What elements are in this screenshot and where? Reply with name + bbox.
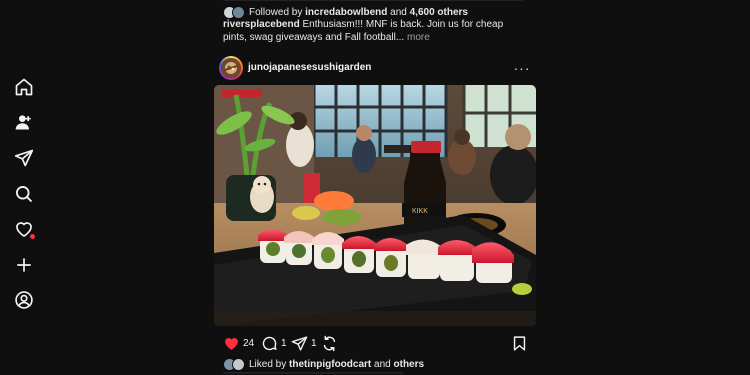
feed: Followed by incredabowlbend and 4,600 ot… [213,0,537,375]
repost-button[interactable] [321,334,338,352]
comment-count: 1 [281,337,287,349]
caption-username[interactable]: riversplacebend [223,19,300,30]
people-button[interactable] [12,110,36,134]
svg-text:KIKK: KIKK [412,208,428,215]
avatar [221,58,241,78]
follower-avatars [223,5,245,19]
liked-by-others[interactable]: others [394,359,425,370]
post-actions: 24 1 1 [223,334,528,352]
notification-dot [30,234,35,239]
story-avatar[interactable] [219,56,243,80]
paper-plane-icon [291,335,308,351]
like-button[interactable]: 24 [223,334,254,352]
sidebar-nav [0,0,48,375]
avatar [232,358,245,371]
divider [223,0,523,1]
more-options-button[interactable]: ··· [511,58,533,78]
repost-icon [323,335,336,351]
messages-button[interactable] [12,146,36,170]
people-icon [15,115,31,130]
more-link[interactable]: more [407,32,430,43]
post-username[interactable]: junojapanesesushigarden [248,62,371,73]
avatar-image [221,58,241,78]
more-icon: ··· [513,60,531,76]
bookmark-icon [513,335,526,351]
post-caption: riversplacebend Enthusiasm!!! MNF is bac… [223,18,523,44]
home-button[interactable] [12,75,36,99]
comment-icon [262,336,277,350]
post-photo[interactable]: KIKK [214,85,536,326]
profile-button[interactable] [12,288,36,312]
liked-by-line: Liked by thetinpigfoodcart and others [223,358,424,371]
liker-avatars [223,358,245,371]
home-icon [15,78,33,96]
paper-plane-icon [14,149,34,167]
post-header: junojapanesesushigarden ··· [219,56,530,80]
avatar [232,5,245,19]
followed-by-user[interactable]: incredabowlbend [305,7,387,18]
liked-by-and: and [374,359,391,370]
notifications-button[interactable] [12,217,36,241]
sushi-photo: KIKK [214,85,536,326]
search-button[interactable] [12,182,36,206]
like-count[interactable]: 24 [243,338,254,349]
profile-icon [15,291,33,309]
share-count: 1 [311,337,317,349]
save-button[interactable] [511,334,528,352]
liked-by-user[interactable]: thetinpigfoodcart [289,359,371,370]
followed-by-count[interactable]: 4,600 others [410,7,468,18]
heart-filled-icon [225,337,238,350]
followed-by-line: Followed by incredabowlbend and 4,600 ot… [223,5,468,19]
comment-button[interactable]: 1 [261,334,287,352]
search-icon [16,186,33,203]
create-button[interactable] [12,253,36,277]
liked-by-prefix: Liked by [249,359,287,370]
share-button[interactable]: 1 [291,334,317,352]
plus-icon [17,258,31,272]
followed-by-prefix: Followed by [249,6,303,18]
followed-by-and: and [390,6,407,18]
